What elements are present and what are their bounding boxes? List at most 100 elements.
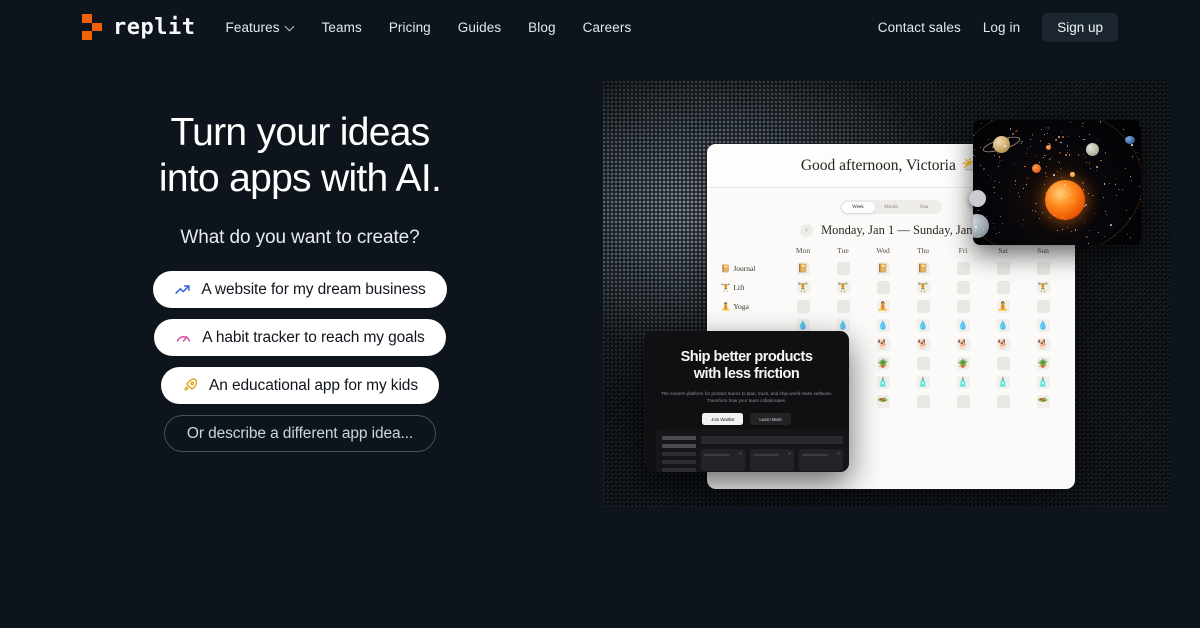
habit-cell-empty[interactable] bbox=[996, 262, 1010, 275]
nav-item-pricing[interactable]: Pricing bbox=[389, 20, 431, 35]
habit-cell-completed[interactable]: 🏋️ bbox=[836, 281, 850, 294]
star bbox=[1043, 133, 1045, 135]
prompt-pill-educational-app[interactable]: An educational app for my kids bbox=[161, 367, 439, 405]
segment-month[interactable]: Month bbox=[875, 202, 908, 213]
planet-blue bbox=[1125, 136, 1135, 144]
asteroid-particle bbox=[994, 179, 996, 181]
habit-row: 🏋️ Lift 🏋️ 🏋️ 🏋️ 🏋️ bbox=[721, 278, 1063, 297]
habit-cell-completed[interactable]: 🧴 bbox=[996, 376, 1010, 389]
contact-sales-link[interactable]: Contact sales bbox=[878, 20, 961, 35]
habit-cell-completed[interactable]: 🐕 bbox=[916, 338, 930, 351]
asteroid-particle bbox=[1012, 133, 1014, 135]
habit-cell-empty[interactable] bbox=[996, 357, 1010, 370]
log-in-link[interactable]: Log in bbox=[983, 20, 1020, 35]
habit-cell-completed[interactable]: 🐕 bbox=[956, 338, 970, 351]
habit-cell-completed[interactable]: 🐕 bbox=[876, 338, 890, 351]
habit-cell-completed[interactable]: 🪴 bbox=[876, 357, 890, 370]
habit-cell-completed[interactable]: 🧴 bbox=[956, 376, 970, 389]
star bbox=[1096, 166, 1098, 168]
star bbox=[1088, 229, 1090, 231]
resize-handle[interactable] bbox=[969, 190, 986, 207]
habit-cell-empty[interactable] bbox=[836, 262, 850, 275]
day-header-tue: Tue bbox=[837, 246, 849, 255]
grid-corner-spacer bbox=[721, 246, 783, 255]
nav-item-teams[interactable]: Teams bbox=[322, 20, 362, 35]
habit-cell-completed[interactable]: 💧 bbox=[996, 319, 1010, 332]
previous-week-icon[interactable]: ‹ bbox=[800, 224, 814, 237]
star bbox=[1014, 183, 1016, 185]
prompt-pill-habit-tracker[interactable]: A habit tracker to reach my goals bbox=[154, 319, 446, 357]
prompt-pill-custom-idea-label: Or describe a different app idea... bbox=[186, 424, 414, 442]
star bbox=[1131, 157, 1133, 159]
greeting-text: Good afternoon, Victoria bbox=[800, 156, 956, 174]
habit-row-label: 🧘 Yoga bbox=[721, 302, 783, 311]
habit-cell-empty[interactable] bbox=[916, 395, 930, 408]
mockup-tile bbox=[799, 449, 843, 471]
habit-cell-empty[interactable] bbox=[996, 395, 1010, 408]
habit-cell-empty[interactable] bbox=[916, 357, 930, 370]
habit-cell-completed[interactable]: 🧴 bbox=[916, 376, 930, 389]
habit-cell-completed[interactable]: 💧 bbox=[956, 319, 970, 332]
habit-cell-completed[interactable]: 🏋️ bbox=[1036, 281, 1050, 294]
habit-cell-empty[interactable] bbox=[956, 262, 970, 275]
habit-cell-completed[interactable]: 💧 bbox=[916, 319, 930, 332]
habit-cell-completed[interactable]: 🏋️ bbox=[916, 281, 930, 294]
habit-cell-empty[interactable] bbox=[1036, 300, 1050, 313]
habit-cell-completed[interactable]: 🥗 bbox=[876, 395, 890, 408]
star bbox=[1128, 217, 1130, 219]
habit-cell-completed[interactable]: 🏋️ bbox=[796, 281, 810, 294]
star bbox=[1000, 215, 1002, 217]
habit-cell-completed[interactable]: 📔 bbox=[796, 262, 810, 275]
habit-cell-completed[interactable]: 🧘 bbox=[876, 300, 890, 313]
star bbox=[992, 145, 994, 148]
mockup-sidebar-item bbox=[662, 460, 696, 464]
asteroid-particle bbox=[1062, 136, 1064, 138]
habit-cell-completed[interactable]: 🥗 bbox=[1036, 395, 1050, 408]
habit-cell-completed[interactable]: 🪴 bbox=[1036, 357, 1050, 370]
habit-cell-empty[interactable] bbox=[1036, 262, 1050, 275]
habit-cell-empty[interactable] bbox=[836, 300, 850, 313]
habit-cell-empty[interactable] bbox=[876, 281, 890, 294]
sign-up-button[interactable]: Sign up bbox=[1042, 12, 1118, 42]
asteroid-particle bbox=[1068, 154, 1071, 156]
habit-cell-completed[interactable]: 🧘 bbox=[996, 300, 1010, 313]
habit-cell-empty[interactable] bbox=[996, 281, 1010, 294]
habit-cell-empty[interactable] bbox=[956, 395, 970, 408]
habit-name: Yoga bbox=[733, 302, 749, 311]
habit-cell-completed[interactable]: 💧 bbox=[1036, 319, 1050, 332]
prompt-pill-website[interactable]: A website for my dream business bbox=[153, 271, 447, 309]
habit-cell-completed[interactable]: 🧴 bbox=[876, 376, 890, 389]
mockup-sidebar-item bbox=[662, 436, 696, 440]
habit-cell-empty[interactable] bbox=[796, 300, 810, 313]
habit-row-label: 🏋️ Lift bbox=[721, 283, 783, 292]
nav-item-careers[interactable]: Careers bbox=[583, 20, 632, 35]
habit-cell-completed[interactable]: 📔 bbox=[916, 262, 930, 275]
mockup-tiles bbox=[701, 449, 843, 471]
habit-cell-completed[interactable]: 🪴 bbox=[956, 357, 970, 370]
habit-cell-empty[interactable] bbox=[916, 300, 930, 313]
habit-cell-empty[interactable] bbox=[956, 281, 970, 294]
prompt-pill-custom-idea[interactable]: Or describe a different app idea... bbox=[163, 415, 437, 453]
habit-cell-completed[interactable]: 📔 bbox=[876, 262, 890, 275]
star bbox=[1082, 122, 1084, 125]
join-waitlist-button[interactable]: Join Waitlist bbox=[702, 413, 744, 426]
star bbox=[987, 138, 989, 140]
segment-year[interactable]: Year bbox=[908, 202, 941, 213]
habit-cell-completed[interactable]: 🐕 bbox=[1036, 338, 1050, 351]
learn-more-button[interactable]: Learn More bbox=[750, 413, 791, 426]
habit-cell-completed[interactable]: 🐕 bbox=[996, 338, 1010, 351]
planet-red bbox=[1032, 164, 1041, 173]
nav-item-guides[interactable]: Guides bbox=[458, 20, 501, 35]
habit-row: 📔 Journal 📔 📔 📔 bbox=[721, 259, 1063, 278]
habit-cell-empty[interactable] bbox=[956, 300, 970, 313]
day-header-mon: Mon bbox=[795, 246, 811, 255]
segment-week[interactable]: Week bbox=[841, 201, 875, 213]
star bbox=[1066, 226, 1068, 228]
nav-item-features[interactable]: Features bbox=[225, 20, 294, 35]
prompt-suggestion-list: A website for my dream business A habit … bbox=[153, 271, 447, 453]
timeframe-segmented-control[interactable]: Week Month Year bbox=[840, 200, 942, 214]
replit-logo[interactable]: replit bbox=[82, 14, 195, 40]
nav-item-blog[interactable]: Blog bbox=[528, 20, 555, 35]
habit-cell-completed[interactable]: 💧 bbox=[876, 319, 890, 332]
habit-cell-completed[interactable]: 🧴 bbox=[1036, 376, 1050, 389]
